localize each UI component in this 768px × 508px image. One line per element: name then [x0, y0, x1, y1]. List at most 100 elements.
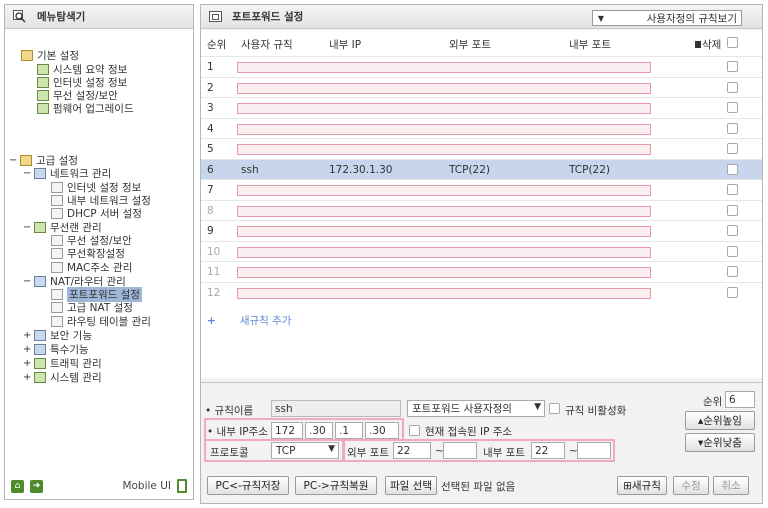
- collapse-icon[interactable]: −: [23, 222, 31, 233]
- table-row[interactable]: 8: [201, 199, 762, 221]
- tree-system-management[interactable]: + 시스템 관리: [23, 371, 102, 384]
- ip-octet-4[interactable]: . 30: [365, 422, 399, 439]
- page-icon: [51, 195, 63, 206]
- rule-table: 순위 사용자 규칙 내부 IP 외부 포트 내부 포트 삭제 1 2 3 4 5 6 ssh…: [201, 30, 762, 378]
- order-up-button[interactable]: ▴순위높임: [685, 411, 755, 430]
- expand-icon[interactable]: +: [23, 330, 31, 341]
- tree-advanced-nat[interactable]: 고급 NAT 설정: [51, 301, 133, 314]
- wifi-icon: [37, 90, 49, 101]
- cancel-button[interactable]: 취소: [713, 476, 749, 495]
- order-label: 순위: [703, 396, 723, 408]
- expand-icon[interactable]: +: [23, 372, 31, 383]
- save-to-pc-button[interactable]: PC<-규칙저장: [207, 476, 289, 495]
- col-internal-ip: 내부 IP: [329, 39, 362, 51]
- folder-icon: [21, 50, 33, 61]
- delete-checkbox[interactable]: [727, 266, 738, 277]
- table-row[interactable]: 9: [201, 220, 762, 241]
- redacted-rule: [237, 185, 651, 196]
- redacted-rule: [237, 62, 651, 73]
- menu-footer: ⌂ ➜ Mobile UI: [5, 473, 193, 499]
- delete-checkbox[interactable]: [727, 102, 738, 113]
- restore-from-pc-button[interactable]: PC->규칙복원: [295, 476, 377, 495]
- rule-name-label: • 규칙이름: [205, 405, 254, 417]
- table-header: 순위 사용자 규칙 내부 IP 외부 포트 내부 포트 삭제: [201, 30, 762, 56]
- table-row[interactable]: 5: [201, 138, 762, 159]
- protocol-select[interactable]: TCP ▼: [271, 442, 339, 459]
- mobile-ui-link[interactable]: Mobile UI: [122, 479, 187, 493]
- order-input[interactable]: 6: [725, 391, 755, 408]
- external-port-from[interactable]: 22: [393, 442, 431, 459]
- row-order: 1: [207, 61, 214, 73]
- collapse-icon[interactable]: −: [9, 155, 17, 166]
- row-order: 11: [207, 266, 221, 278]
- ip-octet-3[interactable]: .1: [335, 422, 363, 439]
- ip-octet-1[interactable]: 172: [271, 422, 303, 439]
- table-row[interactable]: 3: [201, 97, 762, 118]
- rule-name-input[interactable]: ssh: [271, 400, 401, 417]
- tree-dhcp-server[interactable]: DHCP 서버 설정: [51, 207, 142, 220]
- tree-traffic[interactable]: + 트래픽 관리: [23, 357, 102, 370]
- redacted-rule: [237, 287, 651, 299]
- internal-port-to[interactable]: [577, 442, 611, 459]
- table-row[interactable]: 6 ssh 172.30.1.30 TCP(22) TCP(22): [201, 158, 762, 180]
- table-row[interactable]: 1: [201, 56, 762, 77]
- expand-icon[interactable]: +: [23, 358, 31, 369]
- row-order: 8: [207, 204, 214, 217]
- table-row[interactable]: 4: [201, 117, 762, 139]
- rule-view-select[interactable]: ▼ 사용자정의 규칙보기: [592, 10, 742, 26]
- internal-port-from[interactable]: 22: [531, 442, 565, 459]
- tree-mac-management[interactable]: MAC주소 관리: [51, 261, 132, 274]
- order-down-button[interactable]: ▾순위낮춤: [685, 433, 755, 452]
- row-order: 4: [207, 122, 214, 135]
- table-row[interactable]: 12: [201, 281, 762, 303]
- delete-checkbox[interactable]: [727, 163, 738, 175]
- new-rule-button[interactable]: ⊞새규칙: [617, 476, 667, 495]
- delete-checkbox[interactable]: [727, 81, 738, 93]
- external-port-to[interactable]: [443, 442, 477, 459]
- modify-button[interactable]: 수정: [673, 476, 709, 495]
- select-all-checkbox[interactable]: [727, 37, 738, 48]
- tree-routing-table[interactable]: 라우팅 테이블 관리: [51, 315, 151, 328]
- folder-icon: [20, 155, 32, 166]
- redacted-rule: [237, 205, 651, 217]
- port-forward-panel: 포트포워드 설정 ▼ 사용자정의 규칙보기 순위 사용자 규칙 내부 IP 외부…: [200, 4, 763, 504]
- row-order: 12: [207, 286, 221, 299]
- add-rule-link[interactable]: + 새규칙 추가: [207, 313, 291, 328]
- router-icon: [34, 276, 46, 287]
- tree-basic-settings[interactable]: 기본 설정: [21, 49, 79, 62]
- delete-checkbox[interactable]: [727, 143, 738, 154]
- ip-octet-2[interactable]: . 30: [305, 422, 333, 439]
- tree-firmware-upgrade[interactable]: 펌웨어 업그레이드: [37, 102, 134, 115]
- tree-security[interactable]: + 보안 기능: [23, 329, 92, 342]
- page-icon: [51, 289, 63, 300]
- current-ip-checkbox[interactable]: [409, 425, 420, 436]
- protocol-label: 프로토콜: [210, 447, 249, 459]
- delete-checkbox[interactable]: [727, 245, 738, 257]
- delete-checkbox[interactable]: [727, 122, 738, 134]
- delete-checkbox[interactable]: [727, 61, 738, 72]
- col-external-port: 외부 포트: [449, 39, 491, 51]
- tree-wireless-extended[interactable]: 무선확장설정: [51, 247, 125, 260]
- table-row[interactable]: 10: [201, 240, 762, 262]
- expand-icon[interactable]: +: [23, 344, 31, 355]
- collapse-icon[interactable]: −: [23, 168, 31, 179]
- logout-icon[interactable]: ➜: [30, 479, 43, 493]
- delete-checkbox[interactable]: [727, 184, 738, 195]
- menu-explorer-title: 메뉴탐색기: [37, 11, 86, 23]
- table-row[interactable]: 7: [201, 179, 762, 200]
- tree-special-functions[interactable]: + 특수기능: [23, 343, 89, 356]
- disable-rule-checkbox[interactable]: [549, 403, 560, 414]
- home-icon[interactable]: ⌂: [11, 479, 24, 493]
- page-icon: [51, 248, 63, 259]
- file-select-button[interactable]: 파일 선택: [385, 476, 437, 495]
- delete-checkbox[interactable]: [727, 225, 738, 236]
- col-delete: 삭제: [695, 37, 721, 52]
- delete-checkbox[interactable]: [727, 286, 738, 298]
- delete-checkbox[interactable]: [727, 204, 738, 216]
- collapse-icon[interactable]: −: [23, 276, 31, 287]
- tree-network-management[interactable]: − 네트워크 관리: [23, 167, 111, 180]
- table-row[interactable]: 11: [201, 261, 762, 282]
- table-row[interactable]: 2: [201, 76, 762, 98]
- panel-header: 포트포워드 설정 ▼ 사용자정의 규칙보기: [201, 5, 762, 29]
- rule-type-select[interactable]: 포트포워드 사용자정의 ▼: [407, 400, 545, 417]
